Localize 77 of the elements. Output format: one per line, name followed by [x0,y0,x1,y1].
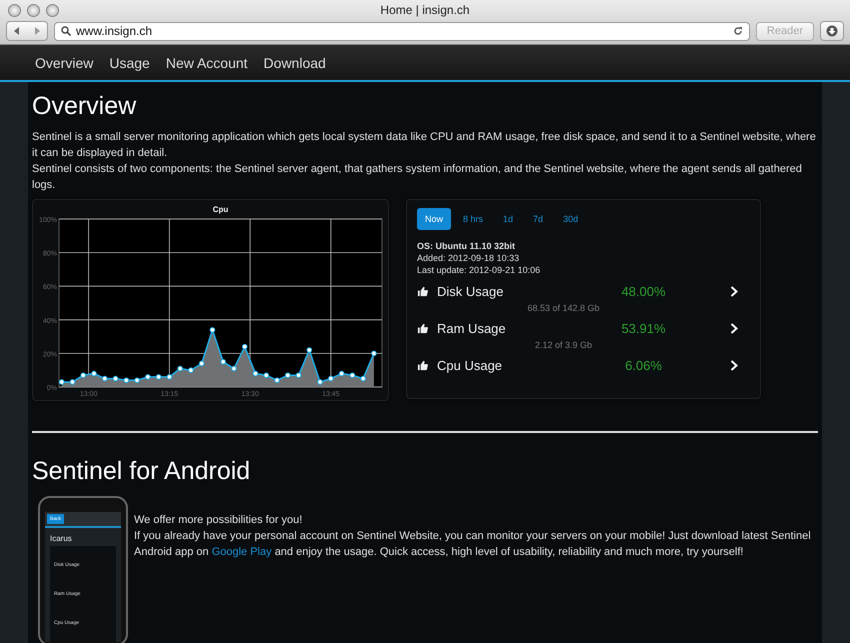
data-point [263,372,270,378]
window-control-icon[interactable] [46,4,59,17]
window-control-icon[interactable] [27,4,40,17]
metric-value: 6.06% [624,358,663,373]
paragraph: If you already have your personal account on Sentinel Website, you can monitor your servers on your mobile! Just download latest Sentinel Android app on Google Play and enjoy the usage. Quick access, high level of usability, reliability and much more, try yourself! [134,529,812,560]
last-update: Last update: 2012-09-21 10:06 [417,264,542,276]
added-date: Added: 2012-09-18 10:33 [417,252,520,264]
chart-title: Cpu [212,205,228,214]
back-forward-button[interactable] [6,21,48,41]
nav-link[interactable]: Usage [109,54,150,70]
download-icon [826,25,838,37]
section-heading: Sentinel for Android [32,457,252,486]
nav-link[interactable]: Download [264,54,326,70]
data-point [198,360,204,366]
thumbs-up-icon [417,286,428,297]
google-play-link[interactable]: Google Play [212,546,272,558]
data-point [296,372,302,378]
paragraph: Sentinel is a small server monitoring application which gets local system data like CPU and RAM usage, free disk space, and send it to a Sentinel website, where it can be displayed in detail. [32,130,817,161]
search-icon [61,26,71,36]
data-point [188,367,194,373]
reload-icon[interactable] [732,26,743,36]
window-control-icon[interactable] [8,4,21,17]
data-point [124,377,130,384]
data-point [350,372,356,378]
chevron-right-icon[interactable] [730,360,738,371]
data-point [328,376,334,382]
data-point [134,377,140,384]
download-button[interactable] [820,21,844,41]
thumbs-up-icon [417,323,428,334]
data-point [80,372,86,378]
forward-arrow-icon[interactable] [33,27,41,35]
range-tab[interactable]: Now [417,208,452,230]
address-field[interactable]: www.insign.ch [54,22,750,40]
data-point [285,372,291,378]
section-heading: Overview [32,92,138,121]
data-point [274,377,280,384]
metric-value: 53.91% [620,321,667,336]
paragraph: We offer more possibilities for you! [134,513,304,528]
paragraph: Sentinel consists of two components: the Sentinel server agent, that gathers system information, and the Sentinel website, where the agent sends all gathered logs. [32,162,803,193]
range-tab[interactable]: 8 hrs [455,208,492,230]
data-point [306,347,312,353]
chevron-right-icon[interactable] [730,323,738,334]
metric-label: Ram Usage [437,321,507,336]
data-point [70,379,76,385]
data-point [317,379,323,385]
data-point [91,370,97,376]
metric-label: Cpu Usage [437,358,504,373]
data-point [112,376,118,382]
data-point [166,374,172,380]
data-point [177,366,183,372]
chevron-right-icon[interactable] [730,286,738,297]
data-point [145,374,151,380]
range-tab[interactable]: 30d [555,208,586,230]
data-point [371,350,377,356]
data-point [252,370,258,376]
phone-title: Icarus [49,533,73,545]
nav-link[interactable]: Overview [35,54,94,70]
metric-label: Disk Usage [437,284,504,299]
metric-detail: 68.53 of 142.8 Gb [526,303,601,313]
metric-value: 48.00% [620,284,667,299]
data-point [156,374,162,380]
data-point [242,344,248,350]
nav-link[interactable]: New Account [166,54,248,70]
range-tab[interactable]: 1d [495,208,522,230]
data-point [231,366,237,372]
thumbs-up-icon [417,360,428,371]
data-point [210,327,216,333]
data-point [102,376,108,382]
range-tab[interactable]: 7d [525,208,552,230]
metric-detail: 2.12 of 3.9 Gb [534,340,594,350]
back-arrow-icon[interactable] [13,27,21,35]
data-point [220,359,226,365]
data-point [338,370,344,376]
window-title: Home | insign.ch [380,2,470,16]
data-point [360,376,366,382]
data-point [58,379,64,385]
os-info: OS: Ubuntu 11.10 32bit [417,240,516,252]
